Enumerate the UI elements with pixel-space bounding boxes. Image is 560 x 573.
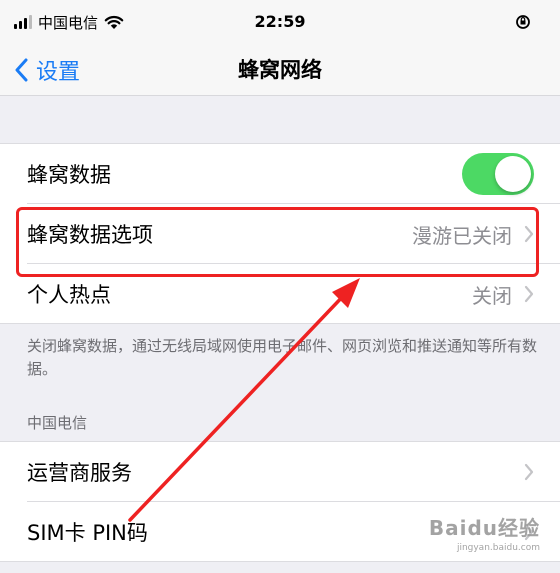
carrier-services-label: 运营商服务 (27, 461, 132, 485)
chevron-right-icon (524, 225, 534, 243)
page-title: 蜂窝网络 (238, 58, 322, 82)
roaming-status-value: 漫游已关闭 (412, 223, 512, 248)
personal-hotspot-row[interactable]: 个人热点 关闭 (0, 264, 560, 324)
cellular-data-toggle[interactable] (462, 153, 534, 195)
watermark-url: jingyan.baidu.com (456, 543, 540, 553)
cellular-data-footnote: 关闭蜂窝数据，通过无线局域网使用电子邮件、网页浏览和推送通知等所有数据。 (27, 337, 538, 378)
toggle-knob (495, 156, 531, 192)
status-time: 22:59 (254, 12, 306, 31)
watermark-logo: Baidu经验 (428, 516, 540, 540)
cellular-settings-group: 蜂窝数据 蜂窝数据选项 漫游已关闭 个人热点 关闭 (0, 143, 560, 324)
cellular-data-row: 蜂窝数据 (0, 144, 560, 204)
personal-hotspot-label: 个人热点 (27, 283, 111, 307)
status-bar: 中国电信 22:59 (0, 0, 560, 44)
chevron-right-icon (524, 463, 534, 481)
carrier-services-row[interactable]: 运营商服务 (0, 442, 560, 502)
baidu-watermark: Baidu经验 jingyan.baidu.com (429, 512, 540, 553)
carrier-section-header: 中国电信 (27, 414, 88, 432)
chevron-right-icon (524, 285, 534, 303)
cellular-data-label: 蜂窝数据 (27, 163, 111, 187)
navigation-bar: 设置 蜂窝网络 (0, 44, 560, 96)
status-right (514, 13, 532, 35)
cellular-data-options-row[interactable]: 蜂窝数据选项 漫游已关闭 (0, 204, 560, 264)
hotspot-status-value: 关闭 (472, 283, 512, 308)
cellular-data-options-label: 蜂窝数据选项 (27, 223, 153, 247)
orientation-lock-icon (516, 15, 530, 29)
